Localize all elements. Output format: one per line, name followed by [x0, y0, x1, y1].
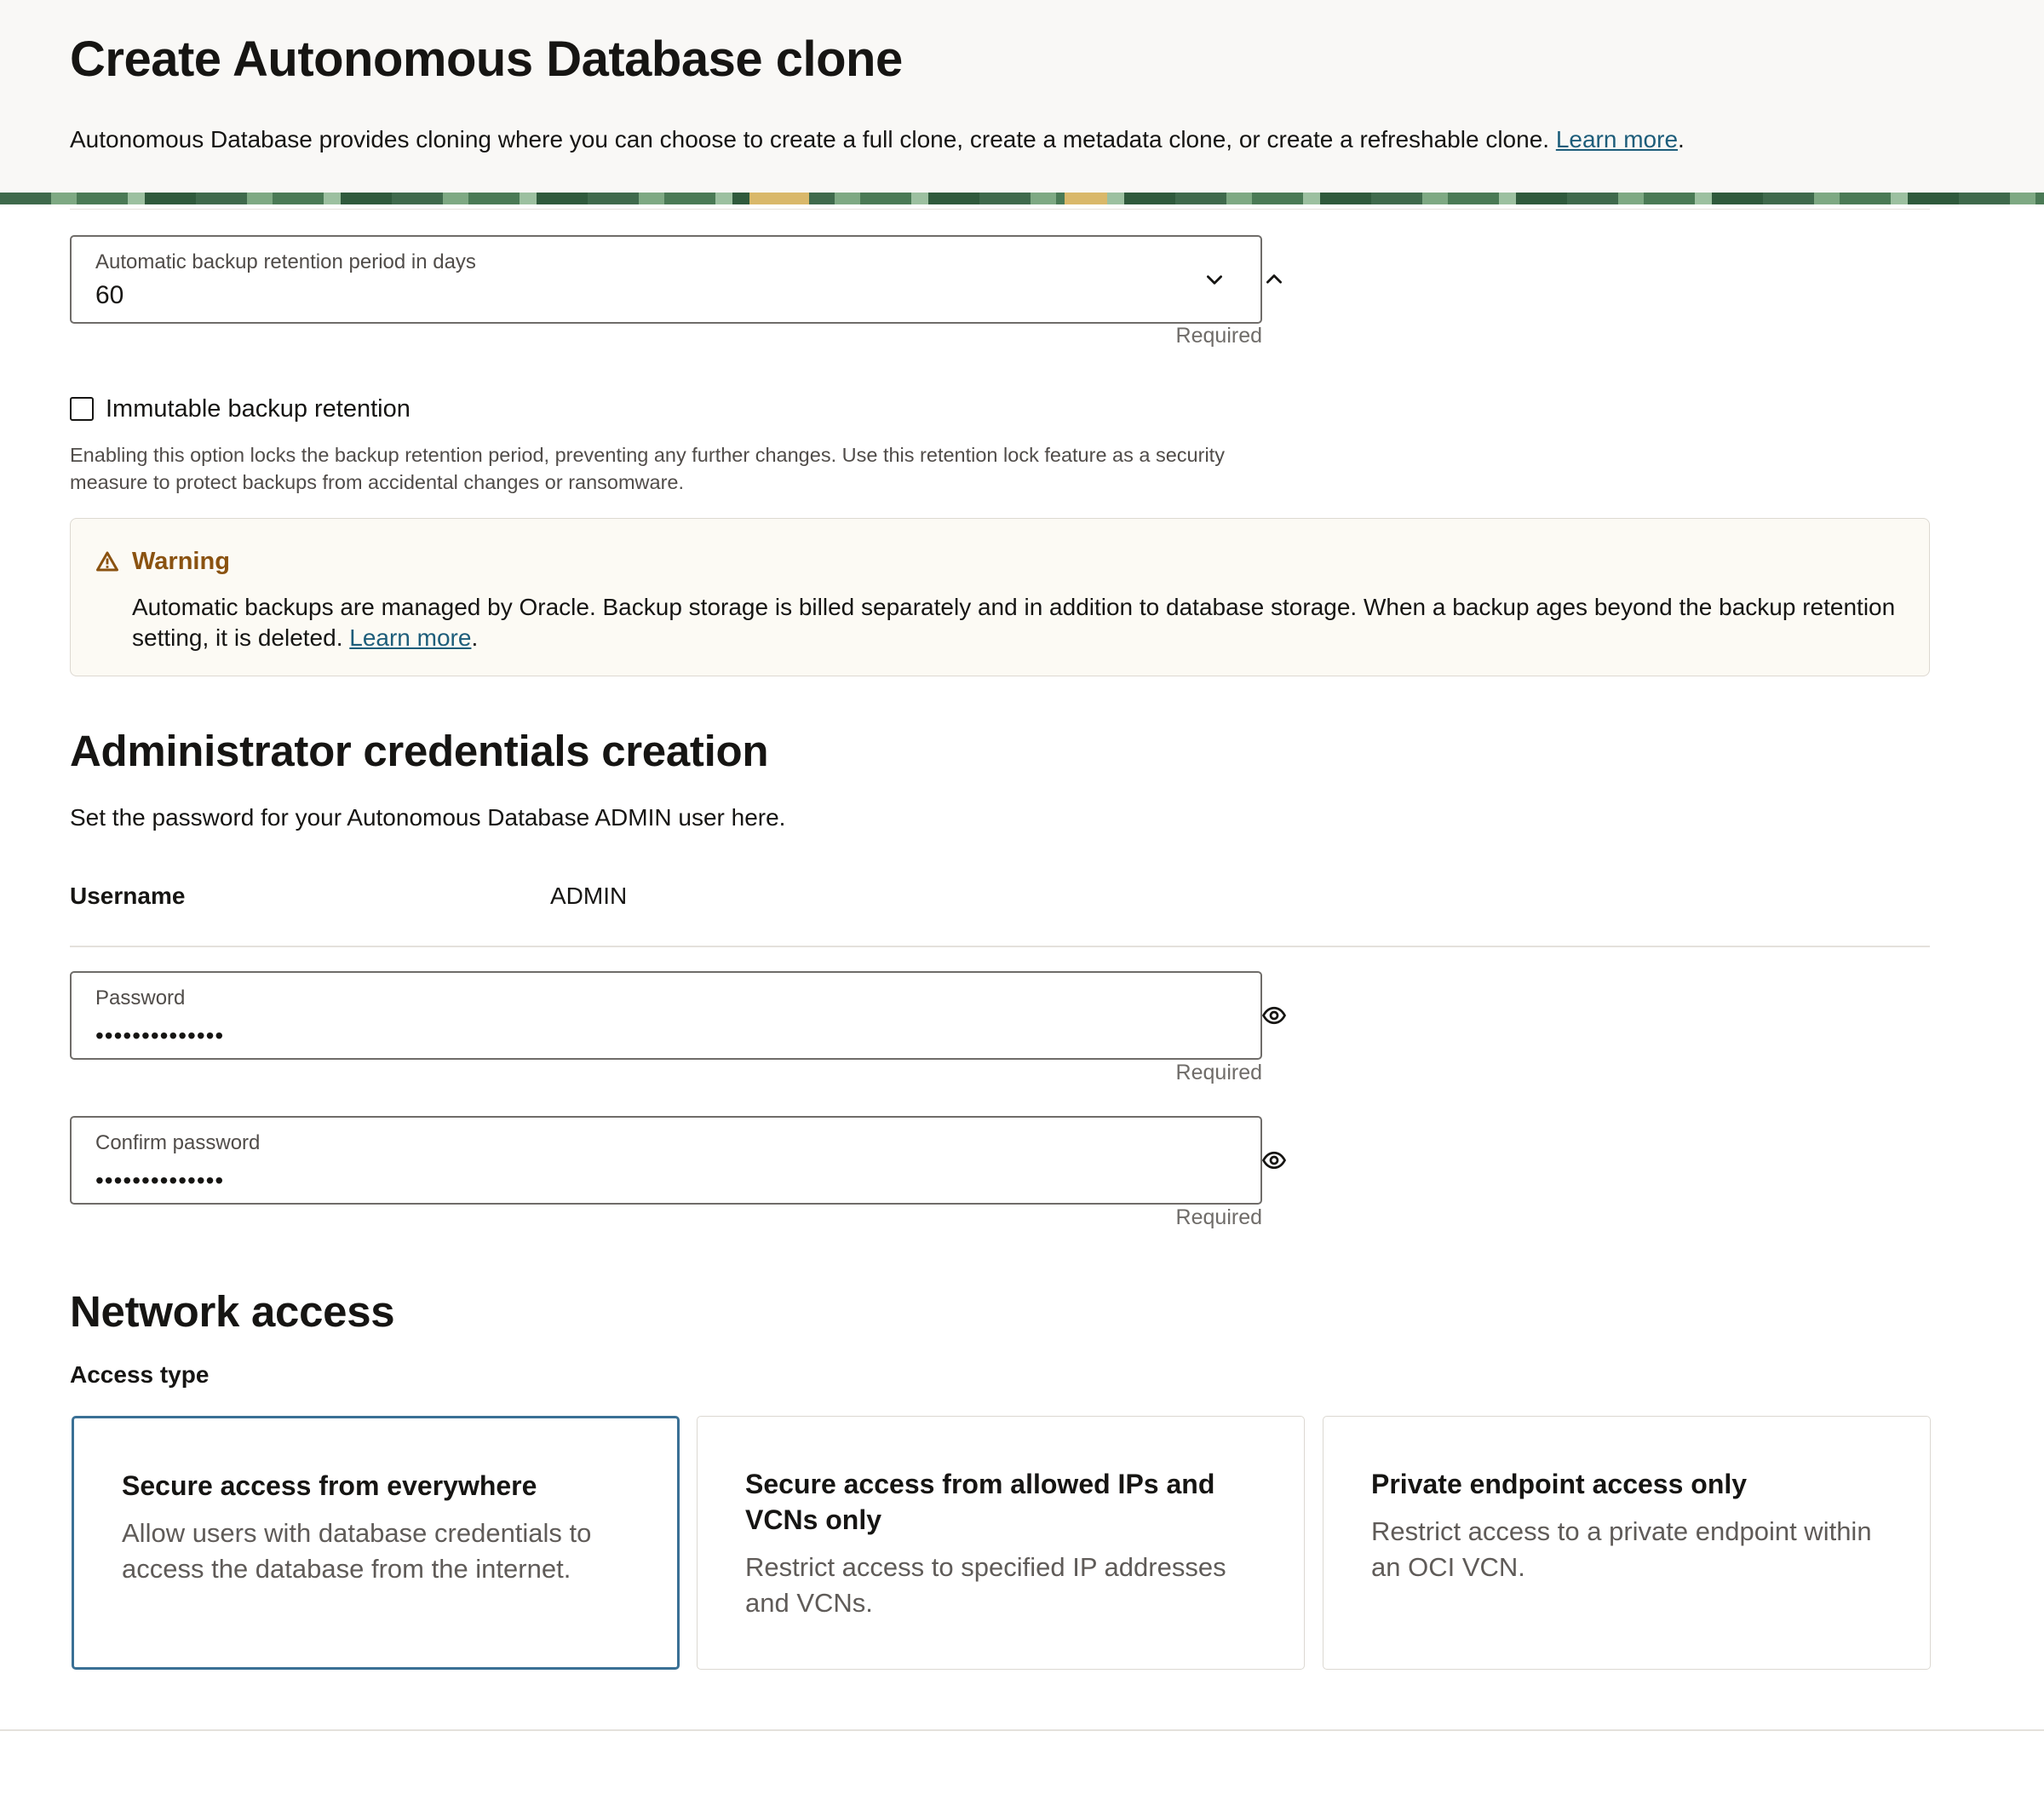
admin-section-description: Set the password for your Autonomous Dat…: [70, 804, 786, 831]
immutable-retention-label[interactable]: Immutable backup retention: [106, 395, 411, 423]
username-label: Username: [70, 883, 186, 909]
confirm-password-field[interactable]: Confirm password ••••••••••••••: [70, 1116, 1287, 1205]
retention-period-label: Automatic backup retention period in day…: [95, 250, 476, 273]
access-option-allowed-ips[interactable]: Secure access from allowed IPs and VCNs …: [697, 1416, 1305, 1670]
access-option-description: Allow users with database credentials to…: [122, 1518, 592, 1584]
show-confirm-password-button[interactable]: [1255, 1142, 1293, 1179]
warning-learn-more-link[interactable]: Learn more: [349, 624, 471, 651]
access-option-description: Restrict access to a private endpoint wi…: [1371, 1516, 1872, 1582]
retention-required-text: Required: [1175, 324, 1262, 348]
page-header: Create Autonomous Database clone Autonom…: [0, 0, 2044, 193]
access-type-label: Access type: [70, 1361, 210, 1388]
password-value[interactable]: ••••••••••••••: [95, 1022, 224, 1050]
warning-triangle-icon: [96, 551, 118, 572]
warning-text: Automatic backups are managed by Oracle.…: [132, 592, 1903, 653]
page-description: Autonomous Database provides cloning whe…: [70, 126, 1685, 153]
access-option-title: Secure access from everywhere: [122, 1470, 537, 1501]
credentials-divider: [70, 946, 1930, 947]
confirm-password-required-text: Required: [1175, 1205, 1262, 1229]
eye-icon: [1261, 1151, 1287, 1170]
admin-section-title: Administrator credentials creation: [70, 727, 769, 775]
banner-accent: [1065, 193, 1107, 204]
username-value: ADMIN: [550, 883, 628, 909]
password-required-text: Required: [1175, 1061, 1262, 1084]
network-section-title: Network access: [70, 1287, 395, 1336]
page-description-text: Autonomous Database provides cloning whe…: [70, 126, 1550, 152]
access-option-title: Secure access from allowed IPs and VCNs …: [745, 1469, 1215, 1535]
access-option-private-endpoint[interactable]: Private endpoint access only Restrict ac…: [1323, 1416, 1931, 1670]
password-label: Password: [95, 986, 186, 1009]
eye-icon: [1261, 1006, 1287, 1025]
access-option-everywhere[interactable]: Secure access from everywhere Allow user…: [72, 1416, 680, 1670]
immutable-retention-help: Enabling this option locks the backup re…: [70, 444, 1225, 493]
banner-accent: [749, 193, 809, 204]
chevron-up-icon: [1266, 274, 1282, 284]
increment-button[interactable]: [1255, 261, 1293, 298]
header-period: .: [1678, 126, 1685, 152]
retention-period-field[interactable]: Automatic backup retention period in day…: [70, 235, 1282, 324]
confirm-password-label: Confirm password: [95, 1131, 261, 1154]
immutable-retention-checkbox[interactable]: [70, 397, 94, 421]
confirm-password-value[interactable]: ••••••••••••••: [95, 1167, 224, 1194]
show-password-button[interactable]: [1255, 997, 1293, 1034]
scroll-divider: [70, 204, 1930, 210]
warning-period: .: [471, 624, 479, 651]
chevron-down-icon: [1207, 275, 1222, 285]
retention-period-value[interactable]: 60: [95, 281, 123, 310]
decrement-button[interactable]: [1196, 261, 1233, 298]
warning-title: Warning: [132, 548, 230, 575]
footer-divider: [0, 1729, 2044, 1731]
header-learn-more-link[interactable]: Learn more: [1556, 126, 1678, 152]
password-field[interactable]: Password ••••••••••••••: [70, 971, 1287, 1060]
access-option-title: Private endpoint access only: [1371, 1469, 1748, 1499]
decorative-banner: [0, 193, 2044, 204]
access-option-description: Restrict access to specified IP addresse…: [745, 1552, 1226, 1618]
warning-message: Warning Automatic backups are managed by…: [70, 518, 1930, 676]
page-title: Create Autonomous Database clone: [70, 32, 903, 87]
